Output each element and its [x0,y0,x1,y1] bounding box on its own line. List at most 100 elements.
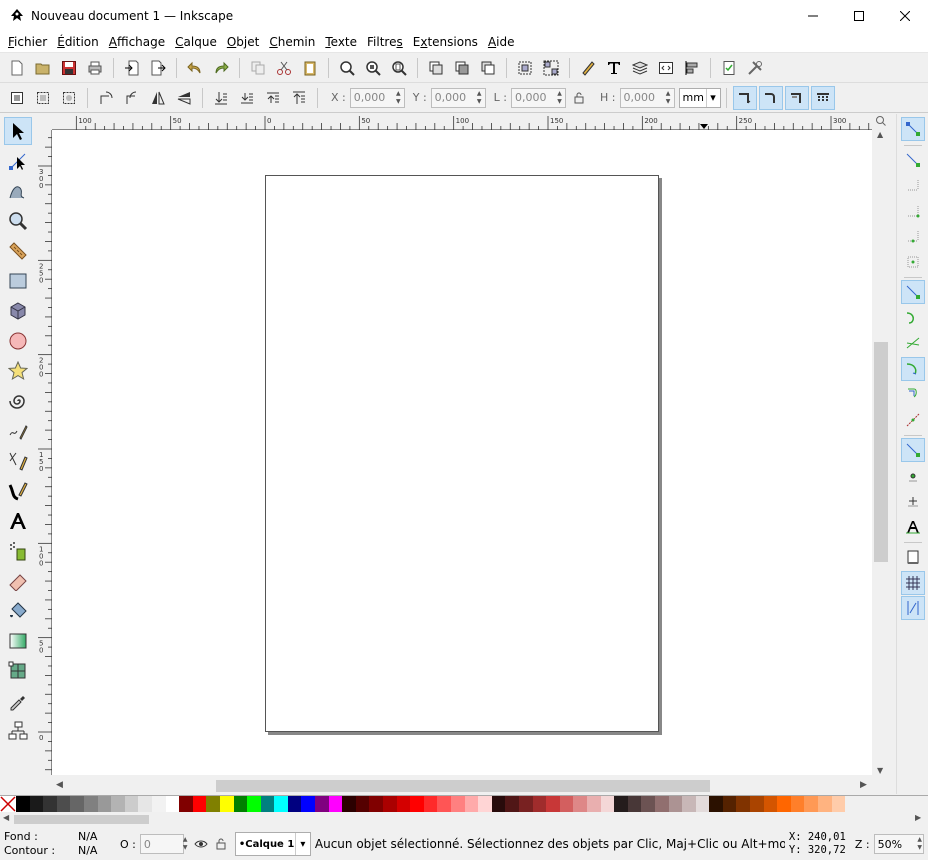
export-button[interactable] [146,56,170,80]
select-all-button[interactable] [5,86,29,110]
menu-item-fichier[interactable]: Fichier [3,35,52,49]
ellipse-tool[interactable] [4,327,32,355]
snap-rotation-center-toggle[interactable] [901,489,925,513]
color-swatch[interactable] [790,796,805,812]
color-swatch[interactable] [627,796,642,812]
color-swatch[interactable] [111,796,125,812]
import-button[interactable] [120,56,144,80]
spiral-tool[interactable] [4,387,32,415]
group-button[interactable] [513,56,537,80]
lock-layer-icon[interactable] [214,837,228,851]
height-input[interactable] [620,88,663,107]
color-swatch[interactable] [315,796,329,812]
node-tool[interactable] [4,147,32,175]
scroll-right-icon[interactable]: ▶ [860,780,867,790]
open-button[interactable] [31,56,55,80]
snap-guides-toggle[interactable] [900,596,925,620]
snap-object-centers-toggle[interactable] [901,464,925,488]
document-properties-button[interactable] [717,56,741,80]
scale-stroke-toggle[interactable] [732,85,757,110]
dropper-tool[interactable] [4,687,32,715]
color-swatch[interactable] [383,796,397,812]
gradient-tool[interactable] [4,627,32,655]
eraser-tool[interactable] [4,567,32,595]
color-swatch[interactable] [29,796,44,812]
snap-others-toggle[interactable] [900,438,925,462]
menu-item-calque[interactable]: Calque [170,35,222,49]
color-swatch[interactable] [464,796,479,812]
color-swatch[interactable] [586,796,601,812]
flip-vertical-button[interactable] [172,86,196,110]
mesh-tool[interactable] [4,657,32,685]
color-swatch[interactable] [559,796,574,812]
zoom-input[interactable] [874,835,917,853]
maximize-button[interactable] [836,0,882,31]
scroll-down-icon[interactable]: ▼ [877,766,883,775]
connector-tool[interactable] [4,717,32,745]
color-swatch[interactable] [736,796,751,812]
opacity-spin-arrows[interactable]: ▲ ▼ [183,835,188,853]
menu-item-edition[interactable]: Édition [52,35,104,49]
clone-button[interactable] [450,56,474,80]
scroll-left-icon[interactable]: ◀ [56,780,63,790]
transform-gradients-toggle[interactable] [784,85,809,110]
duplicate-button[interactable] [424,56,448,80]
height-spinbox[interactable]: ▲▼ [619,87,675,108]
snap-nodes-toggle[interactable] [900,280,925,304]
save-button[interactable] [57,56,81,80]
color-swatch[interactable] [342,796,356,812]
flip-horizontal-button[interactable] [146,86,170,110]
rectangle-tool[interactable] [4,267,32,295]
x-spinbox[interactable]: ▲▼ [349,87,405,108]
snap-line-midpoints-toggle[interactable] [901,408,925,432]
color-swatch[interactable] [532,796,547,812]
color-swatch[interactable] [97,796,112,812]
cut-button[interactable] [272,56,296,80]
color-swatch[interactable] [219,796,234,812]
raise-top-button[interactable] [287,86,311,110]
text-font-dialog-button[interactable] [602,56,626,80]
color-swatch[interactable] [83,796,98,812]
scroll-up-icon[interactable]: ▲ [877,130,883,139]
snap-smooth-nodes-toggle[interactable] [901,382,925,406]
snap-bbox-corner-toggle[interactable] [901,199,925,223]
menu-item-chemin[interactable]: Chemin [264,35,320,49]
zoom-spinbox[interactable]: ▲▼ [873,834,924,854]
color-swatch[interactable] [369,796,384,812]
snap-paths-toggle[interactable] [901,306,925,330]
color-swatch[interactable] [138,796,152,812]
vertical-scrollbar[interactable]: ▲ ▼ [872,114,890,794]
color-swatch[interactable] [709,796,723,812]
lower-button[interactable] [235,86,259,110]
y-spinbox[interactable]: ▲▼ [430,87,486,108]
close-button[interactable] [882,0,928,31]
copy-button[interactable] [246,56,270,80]
snap-bbox-center-toggle[interactable] [901,250,925,274]
color-swatch[interactable] [56,796,71,812]
layers-dialog-button[interactable] [628,56,652,80]
color-swatch[interactable] [505,796,519,812]
color-swatch[interactable] [491,796,506,812]
palette-scroll-left-icon[interactable]: ◀ [3,813,9,822]
color-swatch[interactable] [804,796,819,812]
menu-item-extensions[interactable]: Extensions [408,35,483,49]
color-swatch[interactable] [43,796,57,812]
zoom-drawing-button[interactable] [361,56,385,80]
palette-scroll-thumb[interactable] [14,815,149,824]
color-swatch[interactable] [641,796,655,812]
snap-intersections-toggle[interactable] [901,331,925,355]
preferences-button[interactable] [743,56,767,80]
color-swatch[interactable] [546,796,560,812]
layer-select[interactable]: •Calque 1 ▾ [234,832,311,856]
horizontal-ruler[interactable]: 100 50 0 50 100 150 200 250 300 [52,114,872,130]
horizontal-scroll-thumb[interactable] [216,780,710,792]
color-swatch[interactable] [151,796,166,812]
ungroup-button[interactable] [539,56,563,80]
zoom-spin-arrows[interactable]: ▲ ▼ [917,835,923,853]
snap-bbox-toggle[interactable] [901,148,925,172]
drawing-canvas[interactable] [52,130,872,775]
y-input[interactable] [431,88,474,107]
color-swatch[interactable] [818,796,832,812]
undo-button[interactable] [183,56,207,80]
color-swatch[interactable] [654,796,669,812]
